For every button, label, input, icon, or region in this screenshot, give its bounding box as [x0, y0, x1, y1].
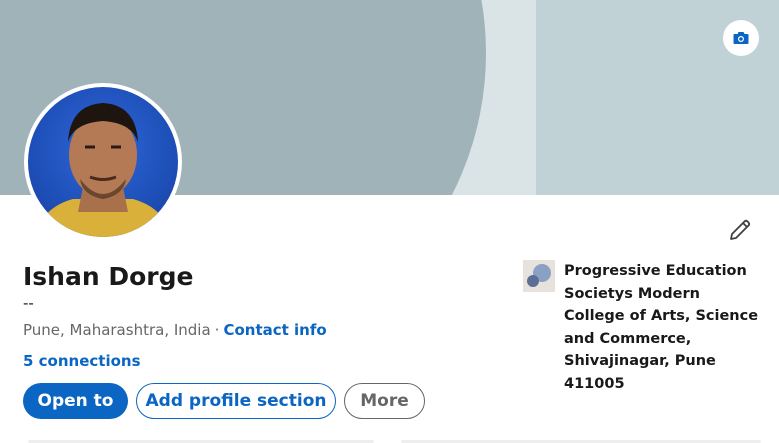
profile-headline: --	[23, 294, 34, 312]
profile-name: Ishan Dorge	[23, 262, 194, 291]
profile-photo-image	[28, 87, 178, 237]
edit-intro-button[interactable]	[724, 214, 756, 246]
school-logo-icon	[527, 264, 551, 287]
profile-location: Pune, Maharashtra, India	[23, 321, 211, 339]
contact-info-link[interactable]: Contact info	[223, 321, 326, 339]
separator-dot: ·	[214, 321, 220, 339]
more-button[interactable]: More	[344, 383, 425, 419]
location-row: Pune, Maharashtra, India · Contact info	[23, 321, 327, 339]
edit-banner-button[interactable]	[723, 20, 759, 56]
profile-photo[interactable]	[24, 83, 182, 241]
connections-link[interactable]: 5 connections	[23, 352, 141, 370]
camera-icon	[733, 32, 749, 44]
person-portrait	[33, 103, 173, 237]
pencil-icon	[730, 219, 751, 240]
add-profile-section-button[interactable]: Add profile section	[136, 383, 336, 419]
school-logo	[523, 260, 555, 292]
open-to-button[interactable]: Open to	[23, 383, 128, 419]
school-name: Progressive Education Societys Modern Co…	[564, 263, 759, 392]
